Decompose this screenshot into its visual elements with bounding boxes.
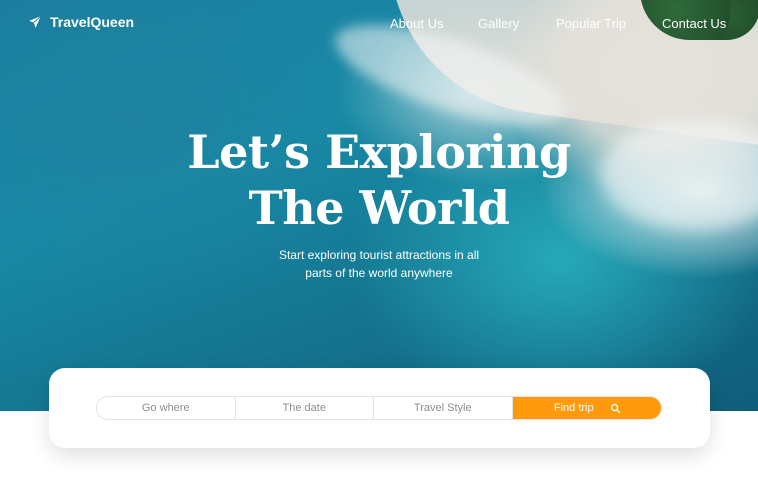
nav-popular-trip[interactable]: Popular Trip (556, 16, 626, 31)
nav-gallery[interactable]: Gallery (478, 16, 519, 31)
date-input[interactable] (235, 401, 373, 415)
brand-name: TravelQueen (50, 14, 135, 30)
search-icon (610, 403, 620, 413)
where-input[interactable] (97, 401, 235, 415)
where-field (97, 397, 236, 419)
hero-title: Let’s Exploring The World (0, 124, 758, 236)
brand-logo[interactable]: TravelQueen (28, 14, 134, 30)
find-trip-label: Find trip (553, 402, 594, 414)
travel-style-input[interactable] (374, 401, 512, 415)
search-card: Find trip (49, 368, 710, 448)
hero-subtitle-line2: parts of the world anywhere (305, 266, 453, 280)
nav-contact-us[interactable]: Contact Us (662, 16, 726, 31)
date-field (235, 397, 374, 419)
hero-title-line2: The World (248, 181, 510, 235)
top-nav: TravelQueen About Us Gallery Popular Tri… (0, 0, 758, 46)
nav-about-us[interactable]: About Us (390, 16, 443, 31)
find-trip-button[interactable]: Find trip (512, 397, 661, 419)
paper-plane-icon (29, 15, 42, 28)
hero-subtitle-line1: Start exploring tourist attractions in a… (278, 248, 480, 262)
search-bar: Find trip (96, 396, 662, 420)
style-field (374, 397, 513, 419)
hero-title-line1: Let’s Exploring (187, 125, 571, 179)
hero-subtitle: Start exploring tourist attractions in a… (0, 246, 758, 282)
